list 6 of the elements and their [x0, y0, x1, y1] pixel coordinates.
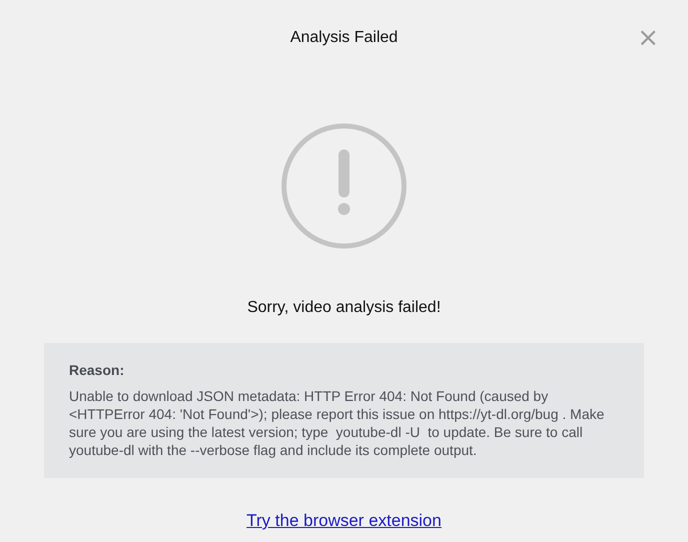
warning-icon	[281, 123, 407, 249]
reason-text: Unable to download JSON metadata: HTTP Error 404: Not Found (caused by <HTTPError 404: 'Not Found'>); please report this issue on https://yt-dl.org/bug . Make sure you are using the latest version; type youtube-dl -U to update. Be sure to call youtube-dl with the --verbose flag and include its complete output.	[69, 387, 606, 459]
reason-heading: Reason:	[69, 361, 126, 379]
browser-extension-link[interactable]: Try the browser extension	[246, 511, 442, 531]
dialog-title: Analysis Failed	[290, 28, 398, 48]
error-message: Sorry, video analysis failed!	[247, 298, 441, 318]
